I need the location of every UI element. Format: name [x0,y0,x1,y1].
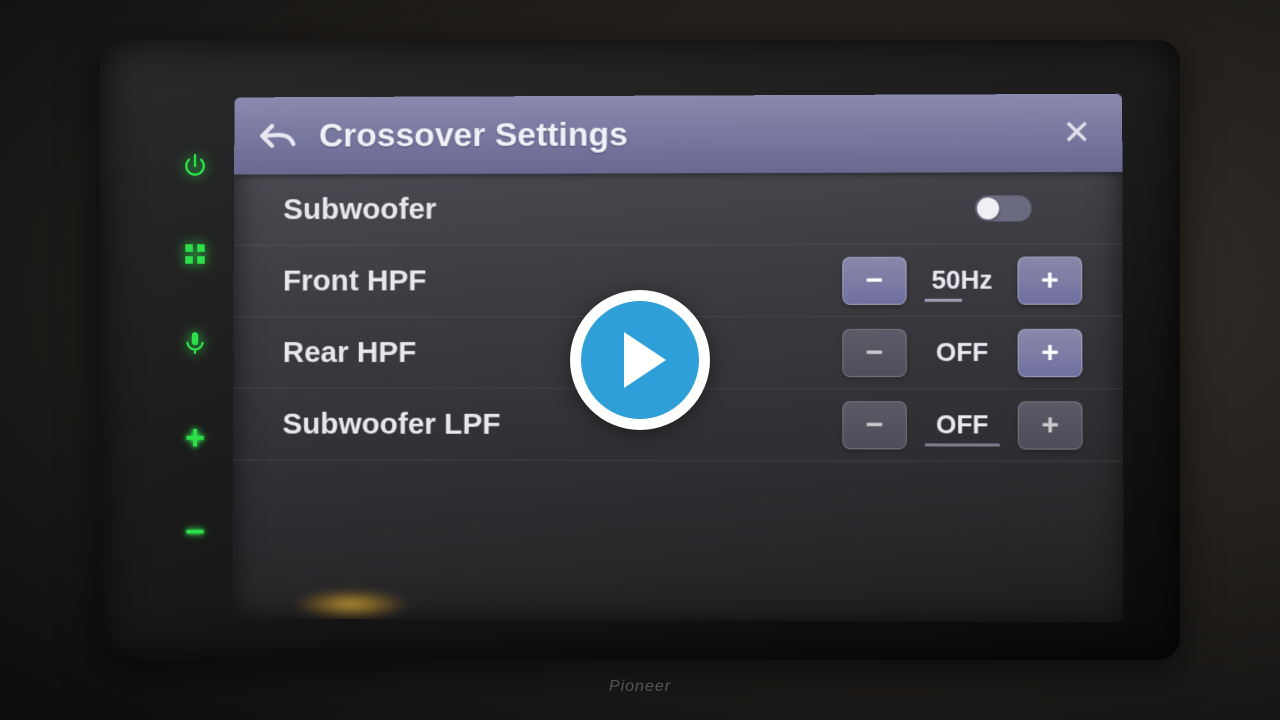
subwoofer-toggle[interactable] [975,195,1032,221]
back-button[interactable] [254,121,303,151]
page-title: Crossover Settings [319,114,1052,155]
front-hpf-plus-button[interactable]: + [1017,256,1082,304]
toggle-knob [977,197,999,219]
front-hpf-value: 50Hz [921,265,1004,296]
row-subwoofer: Subwoofer [234,172,1123,246]
rear-hpf-minus-button[interactable]: − [842,328,906,376]
apps-button[interactable] [182,241,208,274]
sub-lpf-minus-button[interactable]: − [842,401,906,449]
sub-lpf-plus-button[interactable]: + [1018,401,1083,449]
video-play-button[interactable] [570,290,710,430]
label-front-hpf: Front HPF [283,263,842,298]
value-indicator [925,299,962,302]
microphone-button[interactable] [182,330,208,363]
sub-lpf-value-text: OFF [936,409,989,439]
label-rear-hpf: Rear HPF [283,335,843,369]
value-indicator [925,443,1000,446]
front-hpf-minus-button[interactable]: − [842,256,906,304]
rear-hpf-plus-button[interactable]: + [1018,328,1083,376]
hardware-button-strip: + − [160,95,230,620]
volume-up-button[interactable]: + [185,419,205,458]
brand-label: Pioneer [609,678,671,696]
volume-down-button[interactable]: − [185,513,205,552]
label-subwoofer: Subwoofer [283,191,975,227]
screen-glare [292,589,411,619]
label-subwoofer-lpf: Subwoofer LPF [282,407,842,442]
rear-hpf-value: OFF [921,337,1004,368]
play-icon-circle [581,301,699,419]
front-hpf-value-text: 50Hz [931,265,992,295]
close-button[interactable]: ✕ [1051,113,1102,153]
play-icon [624,332,666,388]
sub-lpf-value: OFF [921,409,1004,440]
power-button[interactable] [182,153,208,186]
rear-hpf-value-text: OFF [936,337,988,367]
header-bar: Crossover Settings ✕ [234,94,1122,175]
